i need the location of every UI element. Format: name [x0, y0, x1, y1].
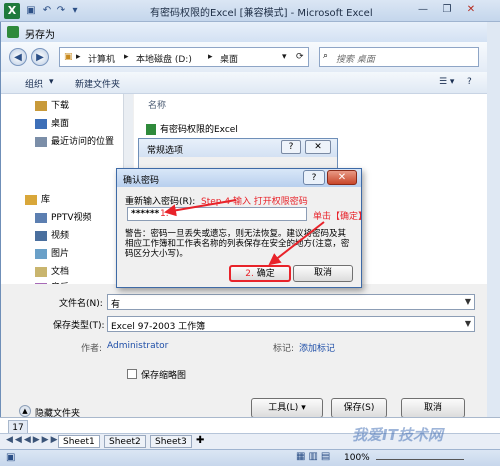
- row-header[interactable]: 17: [8, 420, 28, 434]
- arrow-to-password: [164, 199, 237, 217]
- zoom-slider[interactable]: [376, 452, 464, 460]
- status-bar: ▣ ▦▥▤ 100%: [0, 449, 500, 466]
- insert-sheet-icon[interactable]: ✚: [196, 435, 204, 446]
- sheet-tab-3[interactable]: Sheet3: [150, 435, 192, 448]
- zoom-level[interactable]: 100%: [344, 453, 370, 463]
- view-buttons-icon[interactable]: ▦▥▤: [296, 451, 333, 462]
- annotation-arrows: [164, 199, 325, 266]
- sheet-tab-1[interactable]: Sheet1: [58, 435, 100, 448]
- arrow-to-ok: [268, 221, 325, 266]
- sheet-tab-2[interactable]: Sheet2: [104, 435, 146, 448]
- worksheet-area: 17 ◀◀◀▶▶▶ Sheet1 Sheet2 Sheet3 ✚ ▣ ▦▥▤ 1…: [0, 417, 500, 466]
- macro-record-icon[interactable]: ▣: [6, 452, 15, 463]
- watermark: 我爱IT技术网: [352, 426, 443, 444]
- sheet-nav-icon[interactable]: ◀◀◀▶▶▶: [6, 435, 60, 445]
